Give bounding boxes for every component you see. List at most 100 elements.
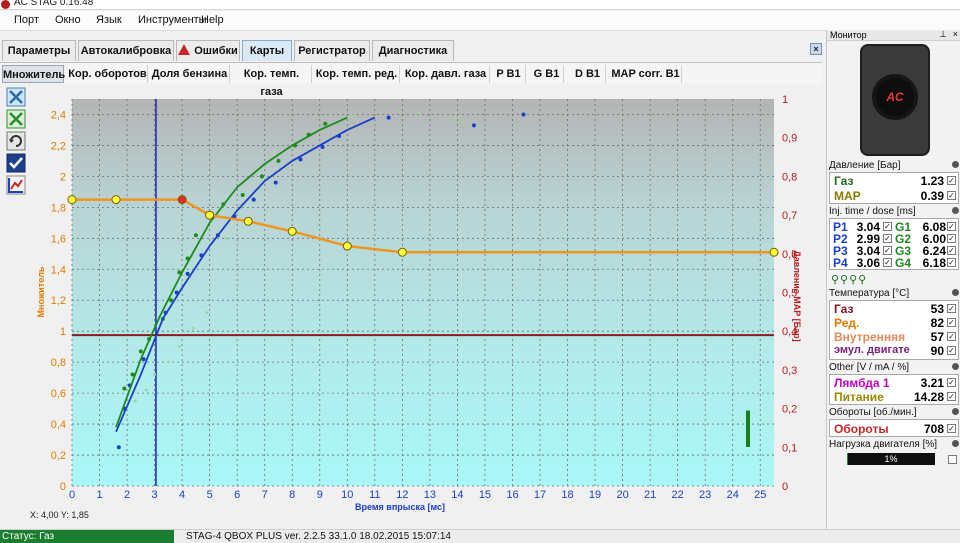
y-left-tick-label: 0,8 <box>51 357 66 369</box>
gas-injector-1-checkbox[interactable]: ✓ <box>947 222 956 231</box>
menu-item-language[interactable]: Язык <box>96 14 122 26</box>
map-pressure-value: 0.39 <box>920 189 944 203</box>
multiplier-chart[interactable]: 0 0,2 0,4 0,6 0,8 1 1,2 1,4 1,6 1,8 2 2,2 2,4 0 0,1 0,… <box>0 86 822 522</box>
options-icon[interactable] <box>952 408 959 415</box>
subtab-d-b1[interactable]: D B1 <box>570 65 606 83</box>
menu-item-window[interactable]: Окно <box>55 14 81 26</box>
green-data-point <box>323 121 328 126</box>
menu-item-tools[interactable]: Инструменты <box>138 14 207 26</box>
close-map-panel-button[interactable]: × <box>810 43 822 55</box>
engine-emul-temp-label: эмул. двигате <box>834 344 910 356</box>
main-tabs: Параметры Автокалибровка Ошибки Карты Ре… <box>0 40 822 61</box>
supply-voltage-value: 14.28 <box>913 390 944 404</box>
y-left-tick-label: 1,2 <box>51 295 66 307</box>
petrol-injector-4-checkbox[interactable]: ✓ <box>883 258 892 267</box>
status-bar: Статус: Газ STAG-4 QBOX PLUS ver. 2.2.5 … <box>0 529 960 543</box>
x-tick-label: 25 <box>754 489 766 501</box>
reducer-temp-checkbox[interactable]: ✓ <box>947 318 956 327</box>
y-right-tick-label: 0,9 <box>782 133 797 145</box>
subtab-map-corr-b1[interactable]: MAP corr. B1 <box>610 65 682 83</box>
petrol-injector-3-checkbox[interactable]: ✓ <box>883 246 892 255</box>
options-icon[interactable] <box>952 440 959 447</box>
y-left-tick-label: 0,6 <box>51 388 66 400</box>
subtab-multiplier[interactable]: Множитель <box>2 65 65 83</box>
gas-temp-checkbox[interactable]: ✓ <box>947 304 956 313</box>
ac-logo-icon: AC <box>886 90 904 104</box>
lambda-checkbox[interactable]: ✓ <box>947 378 956 387</box>
internal-temp-label: Внутренняя <box>834 330 906 344</box>
x-tick-label: 20 <box>616 489 628 501</box>
close-icon[interactable]: × <box>953 29 958 39</box>
gas-injector-3-checkbox[interactable]: ✓ <box>947 246 956 255</box>
rpm-box: Обороты 708 ✓ <box>829 419 959 437</box>
multiplier-point <box>397 247 407 257</box>
subtab-rpm-correction[interactable]: Кор. оборотов <box>68 65 148 83</box>
x-tick-label: 11 <box>369 489 380 501</box>
supply-voltage-checkbox[interactable]: ✓ <box>947 392 956 401</box>
tab-maps[interactable]: Карты <box>242 40 292 61</box>
load-box: 1% <box>829 451 959 468</box>
gas-injector-2-checkbox[interactable]: ✓ <box>947 234 956 243</box>
subtab-g-b1[interactable]: G B1 <box>530 65 564 83</box>
zoom-icon[interactable] <box>6 87 26 107</box>
x-tick-label: 0 <box>69 489 75 501</box>
tab-diagnostics[interactable]: Диагностика <box>372 40 454 61</box>
menu-item-help[interactable]: Help <box>201 14 224 26</box>
tab-autocalibration[interactable]: Автокалибровка <box>78 40 174 61</box>
blue-data-point <box>185 271 190 276</box>
multiplier-point <box>769 247 779 257</box>
options-icon[interactable] <box>952 161 959 168</box>
light-data-point <box>133 399 137 403</box>
subtab-gas-pressure-correction[interactable]: Кор. давл. газа <box>402 65 490 83</box>
gas-pressure-checkbox[interactable]: ✓ <box>947 176 956 185</box>
y-right-tick-label: 0,8 <box>782 171 797 183</box>
y-right-tick-label: 0,2 <box>782 404 797 416</box>
engine-load-checkbox[interactable] <box>948 455 957 464</box>
reset-icon[interactable] <box>6 109 26 129</box>
check-icon[interactable] <box>6 153 26 173</box>
map-pressure-checkbox[interactable]: ✓ <box>947 191 956 200</box>
multiplier-point <box>287 226 297 236</box>
multiplier-point <box>243 216 253 226</box>
gas-temp-value: 53 <box>930 302 944 316</box>
injection-section-header: Inj. time / dose [ms] <box>827 206 960 217</box>
subtab-p-b1[interactable]: P B1 <box>492 65 526 83</box>
options-icon[interactable] <box>952 207 959 214</box>
x-tick-label: 18 <box>561 489 573 501</box>
petrol-injector-2-checkbox[interactable]: ✓ <box>883 234 892 243</box>
engine-emul-temp-checkbox[interactable]: ✓ <box>947 346 956 355</box>
y-left-tick-label: 1,6 <box>51 233 66 245</box>
green-data-point <box>276 158 281 163</box>
x-tick-label: 21 <box>644 489 656 501</box>
chart-svg[interactable]: 0 0,2 0,4 0,6 0,8 1 1,2 1,4 1,6 1,8 2 2,2 2,4 0 0,1 0,… <box>0 86 822 522</box>
gas-switch-button[interactable]: AC <box>860 44 930 156</box>
refresh-icon[interactable] <box>6 131 26 151</box>
gas-injector-4-checkbox[interactable]: ✓ <box>947 258 956 267</box>
status-device-info: STAG-4 QBOX PLUS ver. 2.2.5 33.1.0 18.02… <box>186 531 451 542</box>
subtab-gas-temp-correction[interactable]: Кор. темп. газа <box>232 65 312 98</box>
blue-data-point <box>471 123 476 128</box>
x-tick-label: 14 <box>451 489 463 501</box>
petrol-injector-1-checkbox[interactable]: ✓ <box>883 222 892 231</box>
options-icon[interactable] <box>952 363 959 370</box>
light-data-point <box>166 360 170 364</box>
tab-recorder[interactable]: Регистратор <box>294 40 370 61</box>
options-icon[interactable] <box>952 289 959 296</box>
subtab-reducer-temp-correction[interactable]: Кор. темп. ред. <box>314 65 400 83</box>
internal-temp-checkbox[interactable]: ✓ <box>947 332 956 341</box>
x-tick-label: 22 <box>672 489 684 501</box>
tab-parameters[interactable]: Параметры <box>2 40 76 61</box>
y-right-tick-label: 0,3 <box>782 365 797 377</box>
reducer-temp-value: 82 <box>930 316 944 330</box>
y-left-tick-label: 0 <box>60 481 66 493</box>
subtab-petrol-share[interactable]: Доля бензина <box>150 65 230 83</box>
gas-temp-label: Газ <box>834 302 854 316</box>
tab-label: Автокалибровка <box>80 45 172 57</box>
tab-errors[interactable]: Ошибки <box>176 40 240 61</box>
pin-icon[interactable]: ⊥ <box>939 29 947 39</box>
rpm-section-header: Обороты [об./мин.] <box>827 407 960 418</box>
chart-toggle-icon[interactable] <box>6 175 26 195</box>
x-tick-label: 19 <box>589 489 601 501</box>
rpm-checkbox[interactable]: ✓ <box>947 424 956 433</box>
menu-item-port[interactable]: Порт <box>14 14 39 26</box>
